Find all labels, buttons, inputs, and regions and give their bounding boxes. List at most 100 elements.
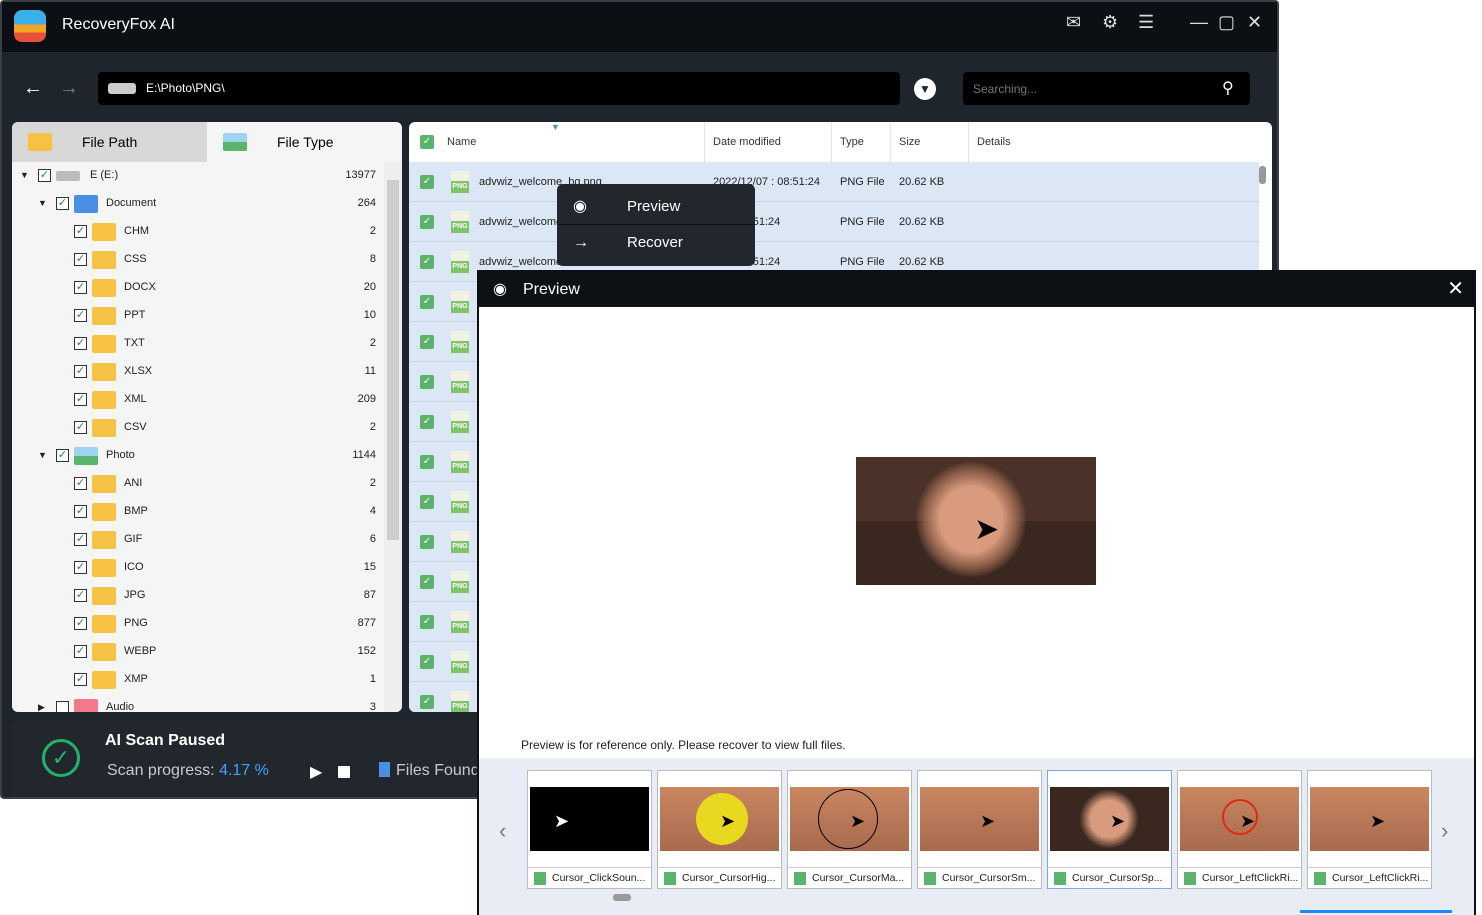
- row-checkbox[interactable]: ✓: [420, 375, 434, 389]
- resume-button[interactable]: ▶: [310, 762, 322, 782]
- tree-item-jpg[interactable]: ✓JPG87: [12, 582, 384, 610]
- row-checkbox[interactable]: ✓: [420, 455, 434, 469]
- checkbox[interactable]: ✓: [56, 449, 69, 462]
- tree-item-ico[interactable]: ✓ICO15: [12, 554, 384, 582]
- checkbox[interactable]: ✓: [38, 169, 51, 182]
- tree-item-webp[interactable]: ✓WEBP152: [12, 638, 384, 666]
- tree-item-csv[interactable]: ✓CSV2: [12, 414, 384, 442]
- thumbnail[interactable]: ➤Cursor_LeftClickRi...: [1307, 770, 1432, 889]
- maximize-icon[interactable]: ▢: [1218, 12, 1235, 33]
- row-checkbox[interactable]: ✓: [420, 415, 434, 429]
- tree-item-audio[interactable]: ▶Audio3: [12, 694, 384, 712]
- menu-icon[interactable]: ☰: [1138, 12, 1154, 33]
- column-name[interactable]: Name: [439, 122, 705, 162]
- forward-button[interactable]: →: [52, 72, 86, 106]
- thumbnail[interactable]: ➤Cursor_CursorMa...: [787, 770, 912, 889]
- scroll-thumb[interactable]: [1259, 166, 1266, 184]
- tree-item-png[interactable]: ✓PNG877: [12, 610, 384, 638]
- row-checkbox[interactable]: ✓: [420, 655, 434, 669]
- thumbnail[interactable]: ➤Cursor_CursorHig...: [657, 770, 782, 889]
- checkbox[interactable]: ✓: [56, 197, 69, 210]
- row-checkbox[interactable]: ✓: [420, 535, 434, 549]
- close-icon[interactable]: ✕: [1247, 12, 1262, 33]
- checkbox[interactable]: ✓: [74, 589, 87, 602]
- column-size[interactable]: Size: [891, 122, 969, 162]
- row-checkbox[interactable]: ✓: [420, 255, 434, 269]
- column-type[interactable]: Type: [832, 122, 891, 162]
- row-checkbox[interactable]: ✓: [420, 575, 434, 589]
- stop-button[interactable]: [338, 766, 350, 778]
- gear-icon[interactable]: ⚙: [1102, 12, 1118, 33]
- caret-down-icon[interactable]: ▼: [38, 442, 47, 468]
- row-checkbox[interactable]: ✓: [420, 695, 434, 709]
- search-input[interactable]: [963, 72, 1250, 105]
- checkbox[interactable]: ✓: [74, 225, 87, 238]
- tab-file-path[interactable]: File Path: [12, 122, 207, 162]
- column-date[interactable]: Date modified: [705, 122, 832, 162]
- checkbox[interactable]: ✓: [74, 281, 87, 294]
- checkbox[interactable]: ✓: [74, 505, 87, 518]
- row-checkbox[interactable]: ✓: [420, 215, 434, 229]
- caret-down-icon[interactable]: ▼: [20, 162, 29, 188]
- tree-label: Photo: [106, 442, 135, 468]
- column-details[interactable]: Details: [969, 122, 1259, 162]
- scroll-thumb[interactable]: [387, 180, 399, 540]
- context-recover[interactable]: →Recover: [557, 225, 755, 261]
- tree-item-docx[interactable]: ✓DOCX20: [12, 274, 384, 302]
- tree-item-document[interactable]: ▼✓Document264: [12, 190, 384, 218]
- path-field[interactable]: E:\Photo\PNG\: [98, 72, 900, 105]
- chat-icon[interactable]: ✉: [1066, 12, 1081, 33]
- select-all-checkbox[interactable]: ✓: [420, 135, 434, 149]
- row-checkbox[interactable]: ✓: [420, 615, 434, 629]
- checkbox[interactable]: ✓: [74, 477, 87, 490]
- checkbox[interactable]: ✓: [74, 421, 87, 434]
- row-checkbox[interactable]: ✓: [420, 495, 434, 509]
- row-checkbox[interactable]: ✓: [420, 295, 434, 309]
- checkbox[interactable]: ✓: [74, 673, 87, 686]
- checkbox[interactable]: [56, 701, 69, 712]
- tree-item-css[interactable]: ✓CSS8: [12, 246, 384, 274]
- checkbox[interactable]: ✓: [74, 365, 87, 378]
- caret-right-icon[interactable]: ▶: [38, 694, 45, 712]
- checkbox[interactable]: ✓: [74, 309, 87, 322]
- chevron-left-icon[interactable]: ‹: [499, 818, 506, 844]
- search-icon[interactable]: ⚲: [1222, 78, 1234, 98]
- context-preview[interactable]: ◉Preview: [557, 189, 755, 225]
- tree-item-ani[interactable]: ✓ANI2: [12, 470, 384, 498]
- row-checkbox[interactable]: ✓: [420, 175, 434, 189]
- recover-button[interactable]: [1300, 910, 1452, 913]
- table-row[interactable]: ✓PNGadvwiz_welcome/07 : 08:51:24PNG File…: [409, 202, 1259, 242]
- filter-button[interactable]: ▼: [914, 78, 936, 100]
- tree-item-bmp[interactable]: ✓BMP4: [12, 498, 384, 526]
- tree-item-xmp[interactable]: ✓XMP1: [12, 666, 384, 694]
- back-button[interactable]: ←: [16, 72, 50, 106]
- checkbox[interactable]: ✓: [74, 617, 87, 630]
- tree-item-ee[interactable]: ▼✓E (E:)13977: [12, 162, 384, 190]
- tree-item-gif[interactable]: ✓GIF6: [12, 526, 384, 554]
- checkbox[interactable]: ✓: [74, 561, 87, 574]
- table-row[interactable]: ✓PNGadvwiz_welcome_bg.png2022/12/07 : 08…: [409, 162, 1259, 202]
- checkbox[interactable]: ✓: [74, 393, 87, 406]
- checkbox[interactable]: ✓: [74, 645, 87, 658]
- tree-scrollbar[interactable]: [384, 162, 402, 712]
- thumbnail[interactable]: ➤Cursor_CursorSp...: [1047, 770, 1172, 889]
- checkbox[interactable]: ✓: [74, 253, 87, 266]
- tab-file-type[interactable]: File Type: [207, 122, 402, 162]
- tree-item-ppt[interactable]: ✓PPT10: [12, 302, 384, 330]
- close-icon[interactable]: ✕: [1447, 272, 1464, 307]
- checkbox[interactable]: ✓: [74, 337, 87, 350]
- chevron-right-icon[interactable]: ›: [1441, 818, 1448, 844]
- checkbox[interactable]: ✓: [74, 533, 87, 546]
- caret-down-icon[interactable]: ▼: [38, 190, 47, 216]
- tree-item-txt[interactable]: ✓TXT2: [12, 330, 384, 358]
- thumbnail[interactable]: ➤Cursor_ClickSoun...: [527, 770, 652, 889]
- thumbnail[interactable]: ➤Cursor_LeftClickRi...: [1177, 770, 1302, 889]
- minimize-icon[interactable]: —: [1190, 12, 1208, 33]
- row-checkbox[interactable]: ✓: [420, 335, 434, 349]
- thumbnail-scrollbar[interactable]: [613, 894, 631, 901]
- tree-item-xml[interactable]: ✓XML209: [12, 386, 384, 414]
- tree-item-xlsx[interactable]: ✓XLSX11: [12, 358, 384, 386]
- tree-item-chm[interactable]: ✓CHM2: [12, 218, 384, 246]
- thumbnail[interactable]: ➤Cursor_CursorSm...: [917, 770, 1042, 889]
- tree-item-photo[interactable]: ▼✓Photo1144: [12, 442, 384, 470]
